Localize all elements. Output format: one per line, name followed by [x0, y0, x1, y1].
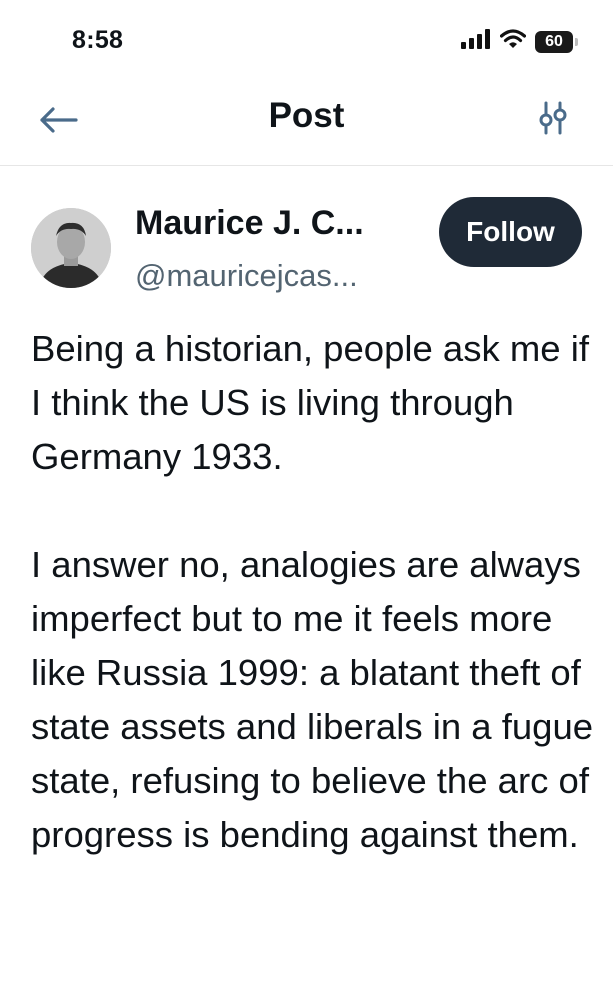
battery-level: 60 — [545, 32, 563, 50]
status-icons: 60 — [461, 29, 578, 54]
author-name[interactable]: Maurice J. C... — [135, 204, 364, 243]
author-handle[interactable]: @mauricejcas... — [135, 258, 358, 294]
page-title: Post — [268, 96, 345, 135]
status-bar: 8:58 60 — [0, 0, 613, 82]
wifi-icon — [499, 29, 527, 54]
battery-icon: 60 — [535, 30, 578, 53]
post-text: Being a historian, people ask me if I th… — [31, 322, 601, 862]
signal-icon — [461, 29, 491, 54]
filter-settings-icon — [538, 101, 568, 140]
filter-settings-button[interactable] — [533, 98, 573, 142]
post-paragraph: I answer no, analogies are always imperf… — [31, 544, 594, 855]
follow-button[interactable]: Follow — [439, 197, 582, 267]
post-paragraph: Being a historian, people ask me if I th… — [31, 328, 589, 477]
status-time: 8:58 — [72, 26, 124, 54]
post-author: Maurice J. C... @mauricejcas... Follow — [0, 166, 613, 306]
avatar[interactable] — [31, 208, 111, 288]
post-header: Post — [0, 82, 613, 166]
